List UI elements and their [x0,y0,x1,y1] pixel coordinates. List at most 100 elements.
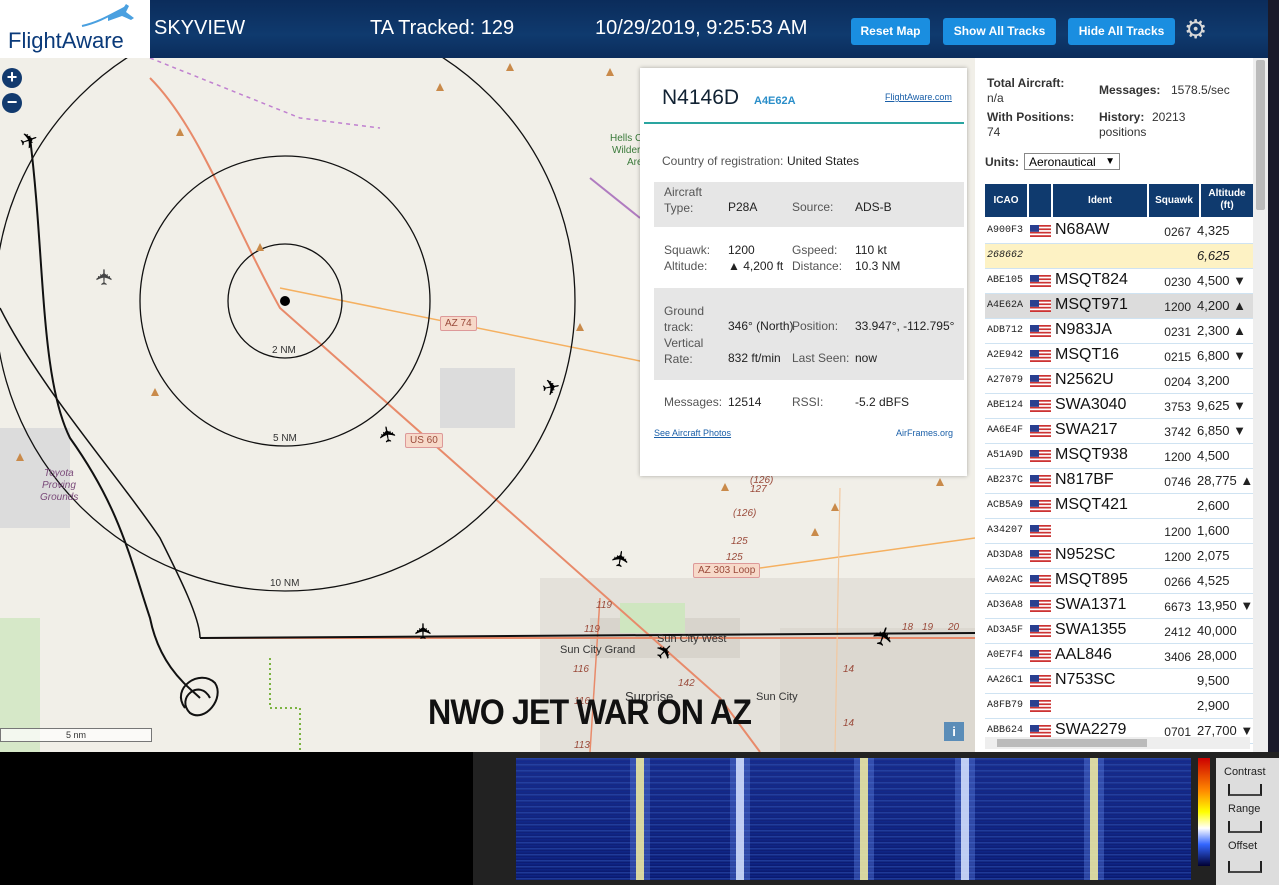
show-all-tracks-button[interactable]: Show All Tracks [943,18,1056,45]
scrollbar-thumb[interactable] [1256,60,1265,210]
sidebar-hscrollbar[interactable] [985,737,1250,749]
table-row[interactable]: A4E62A MSQT971 1200 4,200 ▲ [985,294,1253,319]
units-value: Aeronautical [1029,155,1096,169]
table-row[interactable]: AA26C1 N753SC 9,500 [985,669,1253,694]
aircraft-icon[interactable]: ✈ [92,268,118,286]
road-number: 20 [948,622,960,633]
table-row[interactable]: A8FB79 2,900 [985,694,1253,719]
row-ident: N817BF [1055,471,1114,488]
ring-label-5nm: 5 NM [273,433,297,444]
table-row[interactable]: ADB712 N983JA 0231 2,300 ▲ [985,319,1253,344]
table-row[interactable]: A0E7F4 AAL846 3406 28,000 [985,644,1253,669]
table-row[interactable]: A34207 1200 1,600 [985,519,1253,544]
row-ident: N2562U [1055,371,1114,388]
row-altitude: 6,800 ▼ [1197,348,1247,363]
col-header-flag[interactable] [1029,184,1051,217]
hscroll-thumb[interactable] [997,739,1147,747]
row-squawk: 0266 [1164,575,1191,589]
offset-slider[interactable] [1228,861,1262,873]
table-row[interactable]: AD3DA8 N952SC 1200 2,075 [985,544,1253,569]
row-altitude: 4,525 [1197,573,1230,588]
row-icao: A51A9D [987,450,1024,461]
place-label: Sun City [756,691,798,703]
col-header-altitude[interactable]: Altitude (ft) [1201,184,1253,217]
zoom-out-button[interactable]: − [2,93,22,113]
hide-all-tracks-button[interactable]: Hide All Tracks [1068,18,1175,45]
reset-map-button[interactable]: Reset Map [851,18,930,45]
road-number: 18 [902,622,914,633]
airframes-link[interactable]: AirFrames.org [896,428,953,438]
road-number: 142 [678,678,695,689]
table-row[interactable]: ACB5A9 MSQT421 2,600 [985,494,1253,519]
range-slider[interactable] [1228,821,1262,833]
messages-rate-value: 1578.5/sec [1171,83,1230,97]
col-header-ident[interactable]: Ident [1053,184,1147,217]
road-number: 125 [726,552,743,563]
row-icao: AD3A5F [987,625,1024,636]
row-squawk: 6673 [1164,600,1191,614]
col-header-icao[interactable]: ICAO [985,184,1027,217]
gspeed-label: Gspeed: [792,243,838,257]
tracked-count: TA Tracked: 129 [370,17,515,39]
sidebar-scrollbar[interactable] [1253,58,1268,752]
rssi-label: RSSI: [792,395,824,409]
row-squawk: 0267 [1164,225,1191,239]
history-unit: positions [1099,125,1147,139]
row-altitude: 4,500 ▼ [1197,273,1247,288]
table-row[interactable]: ABE105 MSQT824 0230 4,500 ▼ [985,269,1253,294]
table-row[interactable]: A51A9D MSQT938 1200 4,500 [985,444,1253,469]
us-flag-icon [1030,275,1051,287]
table-row[interactable]: A2E942 MSQT16 0215 6,800 ▼ [985,344,1253,369]
position-label: Position: [792,319,839,333]
messages-value: 12514 [728,395,762,409]
col-header-squawk[interactable]: Squawk [1149,184,1199,217]
row-icao: ABE124 [987,400,1024,411]
row-altitude: 27,700 ▼ [1197,723,1254,738]
place-label: Proving [42,480,76,491]
table-row[interactable]: AD36A8 SWA1371 6673 13,950 ▼ [985,594,1253,619]
gear-icon[interactable]: ⚙ [1184,14,1207,45]
us-flag-icon [1030,300,1051,312]
plane-logo-icon [81,4,134,27]
source-value: ADS-B [855,200,892,214]
route-shield-az74: AZ 74 [440,316,477,331]
table-row[interactable]: ABE124 SWA3040 3753 9,625 ▼ [985,394,1253,419]
place-label: Sun City Grand [560,644,636,656]
aircraft-icon[interactable]: ✈ [411,622,437,640]
logo-text: FlightAware [8,28,124,53]
row-squawk: 1200 [1164,550,1191,564]
us-flag-icon [1030,425,1051,437]
info-icon[interactable]: i [944,722,964,741]
with-positions-value: 74 [987,125,1001,139]
table-row[interactable]: AA02AC MSQT895 0266 4,525 [985,569,1253,594]
flightaware-logo[interactable]: FlightAware [0,0,150,58]
row-altitude: 4,200 ▲ [1197,298,1247,313]
range-label: Range [1228,803,1261,815]
window-edge [1268,0,1279,752]
table-row[interactable]: AB237C N817BF 0746 28,775 ▲ [985,469,1253,494]
contrast-slider[interactable] [1228,784,1262,796]
table-row[interactable]: A27079 N2562U 0204 3,200 [985,369,1253,394]
road-number: 116 [573,664,589,675]
table-row[interactable]: AD3A5F SWA1355 2412 40,000 [985,619,1253,644]
overlay-caption: NWO JET WAR ON AZ [428,693,752,732]
row-ident: N983JA [1055,321,1112,338]
route-shield-us60: US 60 [405,433,443,448]
aircraft-photos-link[interactable]: See Aircraft Photos [654,428,731,438]
row-altitude: 2,300 ▲ [1197,323,1247,338]
road-number: 113 [574,740,590,751]
zoom-in-button[interactable]: + [2,68,22,88]
table-row[interactable]: AA6E4F SWA217 3742 6,850 ▼ [985,419,1253,444]
popup-registration: N4146D [662,86,740,109]
units-select[interactable]: Aeronautical ▼ [1024,153,1120,170]
app-name: SKYVIEW [154,17,246,39]
table-row[interactable]: A900F3 N68AW 0267 4,325 [985,219,1253,244]
flightaware-link[interactable]: FlightAware.com [885,92,952,102]
us-flag-icon [1030,375,1051,387]
row-squawk: 1200 [1164,300,1191,314]
row-ident: MSQT938 [1055,446,1128,463]
row-ident: N68AW [1055,221,1110,238]
waterfall-display[interactable] [516,758,1191,880]
table-row[interactable]: 268662 6,625 [985,244,1253,269]
us-flag-icon [1030,450,1051,462]
